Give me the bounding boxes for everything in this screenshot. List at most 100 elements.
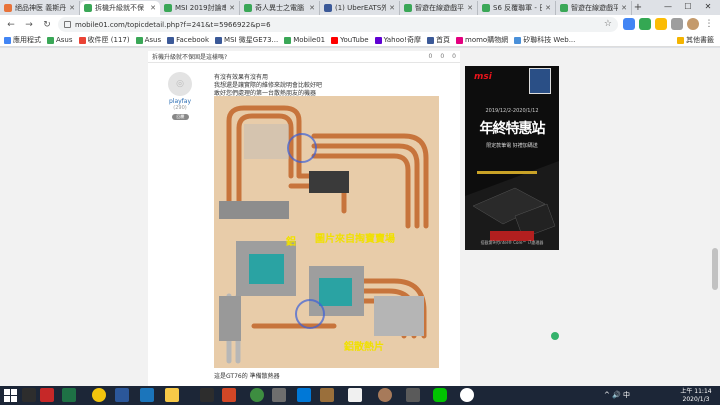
app-icon-white-circle[interactable] [460, 388, 474, 402]
word-icon[interactable] [115, 388, 129, 402]
clock-time: 上午 11:14 [680, 388, 712, 395]
app-icon-brown[interactable] [320, 388, 334, 402]
tab-label: MSI 2019討論串 [175, 4, 227, 12]
ad-title: 年終特惠站 [479, 121, 546, 137]
user-post-count: (290) [173, 105, 187, 111]
app-icon-green[interactable] [250, 388, 264, 402]
edge-icon[interactable] [140, 388, 154, 402]
extension-icon[interactable] [639, 18, 651, 30]
tab-1[interactable]: 拆機升級就不保 ✕ [80, 1, 160, 15]
username-link[interactable]: playfay [164, 98, 196, 105]
heatsink-photo[interactable]: 鋁 圖片來自掏寶賣場 鋁散熱片 [214, 96, 439, 368]
topic-stats: 0 0 0 [429, 53, 456, 60]
bookmark-yahoo[interactable]: Yahoo!奇摩 [374, 35, 421, 45]
app-icon-white[interactable] [348, 388, 362, 402]
lock-icon [64, 21, 71, 28]
bookmark-msi[interactable]: MSI 微星GE73... [215, 35, 278, 45]
bookmark-silian[interactable]: 矽聯科技 Web... [514, 35, 575, 45]
bookmark-momo[interactable]: momo購物網 [456, 35, 508, 45]
tab-close-icon[interactable]: ✕ [467, 4, 473, 12]
forward-button[interactable]: → [22, 18, 36, 32]
bookmark-home[interactable]: 首頁 [427, 35, 450, 45]
app-icon-taskview[interactable] [22, 388, 36, 402]
tab-favicon-icon [164, 4, 172, 12]
app-icon[interactable] [200, 388, 214, 402]
tab-4[interactable]: (1) UberEATS外 ✕ [320, 1, 400, 15]
avatar[interactable]: ◎ [168, 72, 192, 96]
extension-icon[interactable] [655, 18, 667, 30]
tab-close-icon[interactable]: ✕ [309, 4, 315, 12]
tab-close-icon[interactable]: ✕ [69, 4, 75, 12]
tab-2[interactable]: MSI 2019討論串 ✕ [160, 1, 240, 15]
menu-icon[interactable]: ⋮ [703, 18, 715, 30]
stat-replies: 0 [452, 53, 456, 60]
new-tab-button[interactable]: + [632, 2, 644, 14]
minimize-button[interactable]: — [658, 1, 678, 13]
tab-close-icon[interactable]: ✕ [229, 4, 235, 12]
bookmark-youtube[interactable]: YouTube [331, 36, 369, 44]
app-icon-game[interactable] [40, 388, 54, 402]
facebook-icon [167, 36, 175, 44]
tab-close-icon[interactable]: ✕ [150, 4, 156, 12]
bookmark-star-icon[interactable]: ☆ [604, 19, 612, 29]
bookmark-mobile01[interactable]: Mobile01 [284, 36, 325, 44]
line-icon[interactable] [433, 388, 447, 402]
bookmark-asus-2[interactable]: Asus [135, 36, 162, 44]
web-icon [514, 36, 522, 44]
system-tray[interactable]: ^ 🔊 中 [604, 390, 630, 400]
msi-logo: msi [474, 72, 492, 82]
gmail-icon [78, 36, 86, 44]
app-icon-gray[interactable] [272, 388, 286, 402]
facebook-icon [215, 36, 223, 44]
bookmark-other[interactable]: 其他書籤 [677, 35, 714, 45]
close-window-button[interactable]: ✕ [698, 1, 718, 13]
excel-icon[interactable] [62, 388, 76, 402]
tab-7[interactable]: 智遊在線遊戲平 ✕ [556, 1, 632, 15]
taskbar-clock[interactable]: 上午 11:14 2020/1/3 [676, 388, 716, 404]
tab-favicon-icon [482, 4, 490, 12]
extension-icon[interactable] [671, 18, 683, 30]
facebook-icon [427, 36, 434, 44]
tab-6[interactable]: S6 反覆聯軍 - 巴 ✕ [478, 1, 556, 15]
profile-avatar[interactable] [687, 18, 699, 30]
url-input[interactable] [75, 20, 375, 29]
address-bar[interactable]: ☆ [58, 17, 618, 32]
bookmark-label: 收件匣 (117) [87, 36, 130, 44]
tab-label: (1) UberEATS外 [335, 4, 387, 12]
bookmark-apps[interactable]: 應用程式 [4, 35, 41, 45]
app-icon-blue[interactable] [297, 388, 311, 402]
tab-5[interactable]: 智遊在線遊戲平 ✕ [400, 1, 478, 15]
watermark-label: 圖片來自掏寶賣場 [315, 234, 395, 245]
powerpoint-icon[interactable] [222, 388, 236, 402]
mobile01-icon [47, 36, 54, 44]
bookmark-asus[interactable]: Asus [47, 36, 73, 44]
momo-icon [456, 36, 463, 44]
app-icon-photo[interactable] [406, 388, 420, 402]
file-explorer-icon[interactable] [165, 388, 179, 402]
tab-3[interactable]: 奇人異士之電腦 ✕ [240, 1, 320, 15]
tab-close-icon[interactable]: ✕ [389, 4, 395, 12]
back-button[interactable]: ← [4, 18, 18, 32]
bookmark-label: Yahoo!奇摩 [383, 36, 421, 44]
reload-button[interactable]: ↻ [40, 18, 54, 32]
scrollbar-thumb[interactable] [712, 248, 718, 290]
tab-close-icon[interactable]: ✕ [621, 4, 627, 12]
extension-icon[interactable] [623, 18, 635, 30]
chrome-icon[interactable] [92, 388, 106, 402]
bookmark-label: MSI 微星GE73... [224, 36, 279, 44]
tab-favicon-icon [404, 4, 412, 12]
windows-start-icon[interactable] [4, 389, 17, 402]
tab-0[interactable]: 絕品神医 義斯丹 ✕ [0, 1, 80, 15]
bookmark-label: Asus [144, 36, 162, 44]
stat-views: 0 [428, 53, 433, 60]
maximize-button[interactable]: ☐ [678, 1, 698, 13]
bookmark-inbox[interactable]: 收件匣 (117) [78, 35, 130, 45]
app-icon-avatar[interactable] [378, 388, 392, 402]
ad-footer: 搭載第9代Intel® Core™ i7處理器 [480, 240, 544, 245]
tab-close-icon[interactable]: ✕ [545, 4, 551, 12]
bookmark-facebook[interactable]: Facebook [167, 36, 209, 44]
refresh-icon[interactable] [551, 332, 559, 340]
topic-title[interactable]: 拆機升級就不保固是這樣嗎? [152, 52, 227, 61]
bookmark-label: Asus [56, 36, 73, 44]
scrollbar-track[interactable] [710, 48, 720, 386]
